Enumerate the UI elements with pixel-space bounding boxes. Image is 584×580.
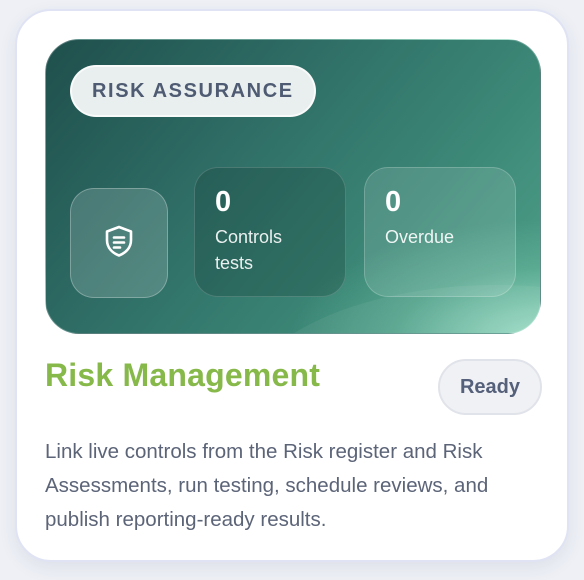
module-card[interactable]: RISK ASSURANCE 0 Controls tests 0 Overdu… <box>15 9 569 562</box>
shield-icon <box>104 225 134 262</box>
module-icon-tile <box>70 188 168 298</box>
stat-label: Controls tests <box>215 227 283 273</box>
stat-overdue: 0 Overdue <box>364 167 516 297</box>
card-description: Link live controls from the Risk registe… <box>45 440 489 531</box>
stat-value: 0 <box>385 186 402 218</box>
stat-value: 0 <box>215 186 232 218</box>
category-tag: RISK ASSURANCE <box>70 65 316 117</box>
card-hero: RISK ASSURANCE 0 Controls tests 0 Overdu… <box>45 39 541 334</box>
stat-controls-tests: 0 Controls tests <box>194 167 346 297</box>
card-title: Risk Management <box>45 357 321 393</box>
status-badge: Ready <box>438 359 542 415</box>
stat-label: Overdue <box>385 227 455 247</box>
